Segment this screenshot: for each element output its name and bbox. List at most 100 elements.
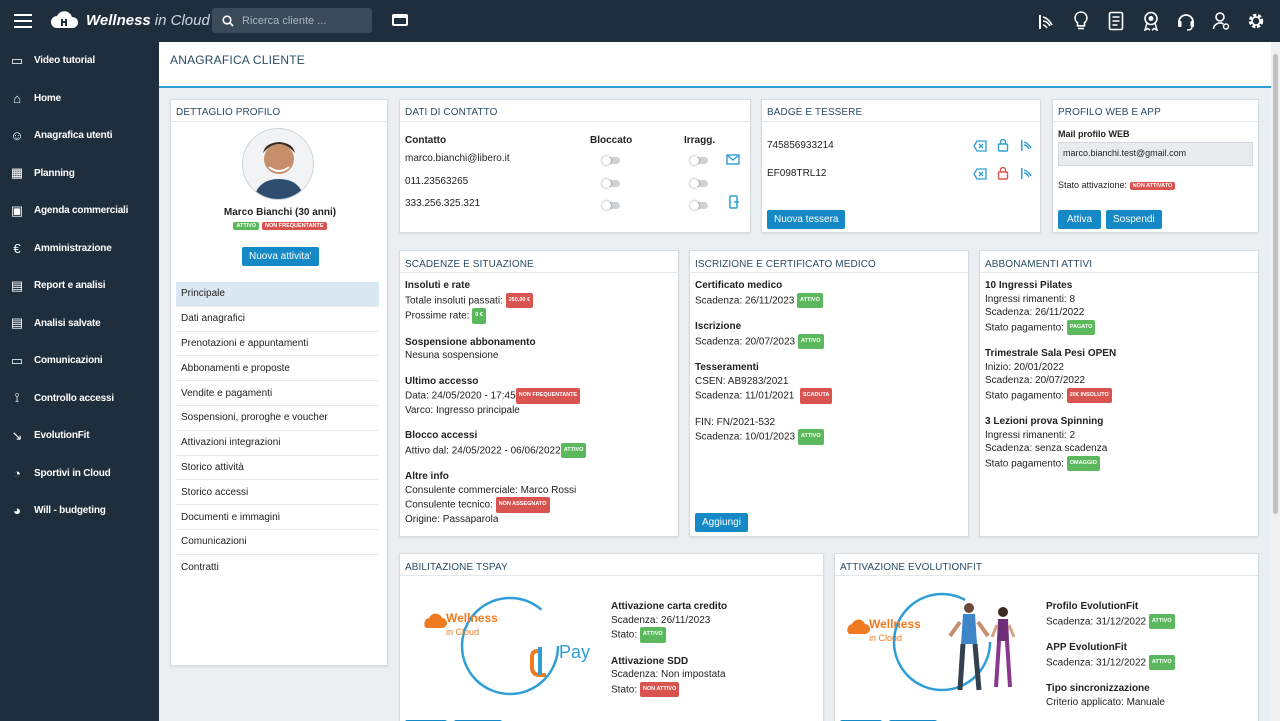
info-text: Scadenza: 26/11/2022 (985, 307, 1085, 318)
profile-menu-item-attivazioni[interactable]: Attivazioni integrazioni (176, 431, 379, 456)
tspay-card: ABILITAZIONE TSPAY Wellness in Cloud Pay… (399, 553, 824, 721)
mobile-icon[interactable] (728, 195, 740, 209)
evo-logo-wellness: Wellness (869, 617, 921, 631)
status-badge: ATTIVO (1148, 654, 1175, 670)
sidebar-item-label: Report e analisi (34, 280, 106, 292)
new-card-button[interactable]: Nuova tessera (767, 210, 846, 229)
profile-menu-item-storico-attivita[interactable]: Storico attività (176, 456, 379, 481)
avatar (242, 128, 314, 200)
info-text: Scadenza: 20/07/2023 (695, 335, 796, 347)
access-control-icon[interactable] (1035, 10, 1056, 31)
blocked-toggle[interactable] (602, 156, 620, 165)
menu-icon[interactable] (14, 12, 32, 28)
sidebar-item-comunicazioni[interactable]: ▭ Comunicazioni (0, 342, 159, 380)
suspend-button[interactable]: Sospendi (1106, 210, 1162, 229)
access-icon: ⟟ (14, 390, 20, 406)
status-badge: NON ATTIVO (639, 681, 680, 697)
access-control-icon[interactable] (1019, 138, 1033, 152)
profile-menu-item-storico-accessi[interactable]: Storico accessi (176, 480, 379, 506)
sidebar-item-amministrazione[interactable]: € Amministrazione (0, 230, 159, 268)
sidebar-item-evolutionfit[interactable]: ↘ EvolutionFit (0, 417, 159, 455)
add-button[interactable]: Aggiungi (695, 513, 748, 532)
section-title: Altre info (405, 471, 449, 482)
search-box[interactable] (212, 8, 372, 33)
sidebar-item-anagrafica-utenti[interactable]: ☺ Anagrafica utenti (0, 117, 159, 155)
sidebar-item-sportivi-in-cloud[interactable]: ◔ Sportivi in Cloud (0, 455, 159, 493)
video-icon: ▭ (10, 52, 24, 68)
access-control-icon[interactable] (1019, 166, 1033, 180)
sidebar-item-controllo-accessi[interactable]: ⟟ Controllo accessi (0, 380, 159, 418)
unreachable-toggle[interactable] (690, 201, 708, 210)
profile-menu-item-documenti[interactable]: Documenti e immagini (176, 505, 379, 530)
search-input[interactable] (242, 14, 362, 27)
info-line: Scadenza: 11/01/2021 SCADUTA (695, 388, 833, 404)
profile-menu-item-principale[interactable]: Principale (176, 282, 379, 307)
sidebar-item-home[interactable]: ⌂ Home (0, 80, 159, 118)
profile-menu-item-prenotazioni[interactable]: Prenotazioni e appuntamenti (176, 332, 379, 357)
new-activity-button[interactable]: Nuova attivita' (242, 247, 319, 266)
section-title: Profilo EvolutionFit (1046, 601, 1139, 612)
status-badge: 250,00 € (505, 292, 534, 308)
info-line: Scadenza: 31/12/2022 ATTIVO (1046, 654, 1175, 670)
unreachable-toggle[interactable] (690, 179, 708, 188)
brand-logo[interactable]: Wellness in Cloud (50, 8, 210, 32)
unreachable-toggle[interactable] (690, 156, 708, 165)
scrollbar[interactable] (1271, 42, 1280, 721)
card-icon[interactable] (392, 14, 408, 26)
award-icon[interactable] (1140, 10, 1161, 31)
lightbulb-icon[interactable] (1070, 10, 1091, 31)
unlock-icon[interactable] (997, 138, 1009, 152)
col-bloccato: Bloccato (590, 135, 633, 146)
deadlines-card: SCADENZE E SITUAZIONE Insoluti e rate To… (399, 250, 679, 537)
status-badge: ATTIVO (1148, 613, 1175, 629)
web-mail-label: Mail profilo WEB (1058, 129, 1130, 139)
subscriptions-card: ABBONAMENTI ATTIVI 10 Ingressi Pilates I… (979, 250, 1259, 537)
users-icon: ☺ (10, 128, 24, 144)
profile-menu-item-abbonamenti[interactable]: Abbonamenti e proposte (176, 356, 379, 382)
profile-menu-item-comunicazioni[interactable]: Comunicazioni (176, 530, 379, 555)
tspay-title: ABILITAZIONE TSPAY (400, 554, 823, 576)
status-badge: ATTIVO (233, 222, 260, 231)
info-text: Attivo dal: 24/05/2022 - 06/06/2022 (405, 444, 561, 456)
status-badge: ATTIVO (639, 627, 666, 643)
home-icon: ⌂ (13, 90, 21, 106)
sidebar-item-video-tutorial[interactable]: ▭ Video tutorial (0, 42, 159, 80)
user-settings-icon[interactable] (1210, 10, 1231, 31)
sidebar-item-label: Comunicazioni (34, 355, 103, 367)
subscriptions-title: ABBONAMENTI ATTIVI (980, 251, 1258, 273)
profile-menu-item-contratti[interactable]: Contratti (176, 555, 379, 580)
info-text: Stato: (611, 683, 638, 695)
blocked-toggle[interactable] (602, 201, 620, 210)
sidebar-item-will-budgeting[interactable]: ◕ Will - budgeting (0, 492, 159, 530)
profile-menu-item-vendite[interactable]: Vendite e pagamenti (176, 381, 379, 406)
profile-menu: Principale Dati anagrafici Prenotazioni … (176, 282, 379, 580)
sidebar: ▭ Video tutorial ⌂ Home ☺ Anagrafica utenti… (0, 42, 159, 721)
lock-icon[interactable] (997, 166, 1009, 180)
document-icon[interactable] (1105, 10, 1126, 31)
sidebar-item-agenda-commerciali[interactable]: ▣ Agenda commerciali (0, 192, 159, 230)
sidebar-item-label: EvolutionFit (34, 430, 90, 442)
info-text: Scadenza: 26/11/2023 (611, 614, 711, 626)
sidebar-item-label: Video tutorial (34, 55, 95, 67)
info-line: Consulente tecnico: NON ASSEGNATO (405, 497, 586, 513)
search-icon (222, 14, 234, 27)
sidebar-item-planning[interactable]: ▦ Planning (0, 155, 159, 193)
sidebar-item-analisi-salvate[interactable]: ▤ Analisi salvate (0, 305, 159, 343)
send-email-icon[interactable] (726, 153, 740, 165)
headset-icon[interactable] (1175, 10, 1196, 31)
web-mail-field[interactable]: marco.bianchi.test@gmail.com (1058, 142, 1253, 166)
activate-button[interactable]: Attiva (1058, 210, 1102, 229)
scrollbar-thumb[interactable] (1273, 54, 1278, 514)
delete-badge-icon[interactable] (973, 140, 987, 152)
profile-menu-item-dati-anagrafici[interactable]: Dati anagrafici (176, 307, 379, 332)
gear-icon[interactable] (1245, 10, 1266, 31)
top-icons (1035, 10, 1266, 31)
col-irragg: Irragg. (684, 135, 716, 146)
info-line: Attivo dal: 24/05/2022 - 06/06/2022 ATTIV… (405, 442, 587, 458)
delete-badge-icon[interactable] (973, 168, 987, 180)
enrollment-card: ISCRIZIONE E CERTIFICATO MEDICO Certific… (689, 250, 969, 537)
blocked-toggle[interactable] (602, 179, 620, 188)
sidebar-item-report-analisi[interactable]: ▤ Report e analisi (0, 267, 159, 305)
profile-menu-item-sospensioni[interactable]: Sospensioni, proroghe e voucher (176, 406, 379, 431)
subscription-title: Trimestrale Sala Pesi OPEN (985, 348, 1117, 359)
